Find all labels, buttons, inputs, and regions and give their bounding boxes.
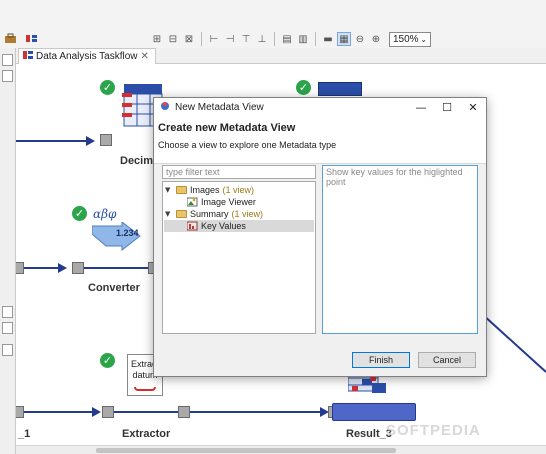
input-port[interactable]: [72, 262, 84, 274]
view-icon[interactable]: [2, 322, 13, 334]
connection-line: [114, 411, 178, 413]
main-toolbar: ⊞ ⊟ ⊠ ⊢ ⊣ ⊤ ⊥ ▤ ▥ ▬ ▦ ⊖ ⊕ 150% ⌄: [0, 0, 546, 48]
tree-item-count: (1 view): [231, 209, 264, 219]
connection-diagonal: [482, 314, 546, 373]
output-port[interactable]: [16, 406, 24, 418]
converter-symbol: αβφ: [93, 207, 117, 221]
align-icon[interactable]: ⊟: [166, 32, 180, 46]
output-port[interactable]: [16, 262, 24, 274]
tab-data-analysis-taskflow[interactable]: Data Analysis Taskflow ✕: [18, 48, 156, 64]
connection-arrow: [92, 407, 101, 417]
tree-item-summary[interactable]: ▼ Summary (1 view): [165, 208, 263, 220]
connection-line: [84, 267, 148, 269]
connection-arrow: [86, 136, 95, 146]
editor-tabbar: Data Analysis Taskflow ✕: [16, 48, 546, 64]
tab-label: Data Analysis Taskflow: [36, 51, 138, 62]
tree-layout-icon[interactable]: ⊢: [207, 32, 221, 46]
window-controls: — ☐ ✕: [408, 98, 486, 116]
connection-arrow: [58, 263, 67, 273]
toolbar-divider: [201, 32, 202, 46]
tree-item-label: Summary: [190, 209, 229, 219]
view-icon[interactable]: [2, 344, 13, 356]
filter-input[interactable]: type filter text: [162, 165, 316, 179]
new-metadata-view-dialog: New Metadata View — ☐ ✕ Create new Metad…: [153, 97, 487, 377]
converter-value: 1.234: [116, 228, 139, 238]
close-icon[interactable]: ✕: [141, 51, 149, 62]
toolbar-divider: [315, 32, 316, 46]
output-port[interactable]: [178, 406, 190, 418]
dialog-heading: Create new Metadata View: [158, 122, 296, 134]
taskflow-icon[interactable]: [25, 33, 38, 44]
tree-item-image-viewer[interactable]: Image Viewer: [186, 196, 256, 208]
distribute-icon[interactable]: ⊠: [182, 32, 196, 46]
status-check-icon: ✓: [100, 353, 115, 368]
maximize-button[interactable]: ☐: [434, 98, 460, 116]
zoom-value: 150%: [393, 33, 419, 45]
folder-icon: [176, 186, 187, 194]
watermark: SOFTPEDIA: [386, 422, 481, 439]
columns-icon[interactable]: ▥: [296, 32, 310, 46]
left-side-panel: [0, 48, 16, 454]
status-check-icon: ✓: [72, 206, 87, 221]
taskflow-file-icon: [23, 50, 33, 63]
node-label-converter: Converter: [88, 282, 140, 294]
dialog-header: Create new Metadata View Choose a view t…: [154, 116, 486, 164]
tree-item-images[interactable]: ▼ Images (1 view): [165, 184, 254, 196]
grid-icon[interactable]: ▦: [337, 32, 351, 46]
connection-line: [190, 411, 320, 413]
connection-line: [24, 267, 58, 269]
result-node[interactable]: [332, 403, 416, 421]
tree-item-label: Key Values: [201, 221, 246, 231]
finish-button[interactable]: Finish: [352, 352, 410, 368]
node-label-extractor: Extractor: [122, 428, 171, 440]
tree-item-key-values[interactable]: Key Values: [164, 220, 314, 232]
status-check-icon: ✓: [100, 80, 115, 95]
folder-icon: [176, 210, 187, 218]
tree-item-count: (1 view): [222, 185, 255, 195]
layout-toolbar: ⊞ ⊟ ⊠ ⊢ ⊣ ⊤ ⊥ ▤ ▥ ▬ ▦ ⊖ ⊕ 150% ⌄: [150, 31, 431, 47]
input-port[interactable]: [100, 134, 112, 146]
chevron-down-icon[interactable]: ▼: [165, 210, 173, 218]
branch-icon[interactable]: ⊤: [239, 32, 253, 46]
ruler-icon[interactable]: ▬: [321, 32, 335, 46]
brace-icon: [134, 387, 156, 391]
toolbar-divider: [274, 32, 275, 46]
dialog-titlebar[interactable]: New Metadata View — ☐ ✕: [154, 98, 486, 116]
input-port[interactable]: [102, 406, 114, 418]
zoom-in-icon[interactable]: ⊕: [369, 32, 383, 46]
tree-item-label: Image Viewer: [201, 197, 256, 207]
connection-line: [16, 140, 86, 142]
node-label-partial: _1: [18, 428, 31, 440]
close-button[interactable]: ✕: [460, 98, 486, 116]
connection-line: [24, 411, 92, 413]
table-icon[interactable]: ▤: [280, 32, 294, 46]
toolbar-left-group: [4, 33, 38, 44]
chevron-down-icon[interactable]: ▼: [165, 186, 173, 194]
view-icon[interactable]: [2, 70, 13, 82]
cancel-button[interactable]: Cancel: [418, 352, 476, 368]
dialog-subheading: Choose a view to explore one Metadata ty…: [158, 140, 337, 150]
merge-icon[interactable]: ⊥: [255, 32, 269, 46]
description-area[interactable]: Show key values for the higlighted point: [322, 165, 478, 334]
table-node-icon[interactable]: [318, 82, 362, 96]
key-values-icon: [186, 221, 198, 231]
scrollbar-thumb[interactable]: [96, 448, 396, 453]
chevron-down-icon: ⌄: [420, 34, 427, 44]
layout-icon[interactable]: ⊞: [150, 32, 164, 46]
image-viewer-icon: [186, 197, 198, 207]
node-label-result: Result_3: [346, 428, 392, 440]
zoom-out-icon[interactable]: ⊖: [353, 32, 367, 46]
status-check-icon: ✓: [296, 80, 311, 95]
hierarchy-icon[interactable]: ⊣: [223, 32, 237, 46]
restore-icon[interactable]: [2, 306, 13, 318]
app-icon: [160, 101, 170, 114]
briefcase-icon[interactable]: [4, 33, 17, 44]
horizontal-scrollbar[interactable]: [16, 445, 546, 454]
zoom-select[interactable]: 150% ⌄: [389, 31, 431, 47]
view-tree: ▼ Images (1 view) Image Viewer ▼ Summary…: [162, 181, 316, 334]
tree-item-label: Images: [190, 185, 220, 195]
minimize-button[interactable]: —: [408, 98, 434, 116]
minimize-icon[interactable]: [2, 54, 13, 66]
dialog-window-title: New Metadata View: [175, 101, 264, 113]
